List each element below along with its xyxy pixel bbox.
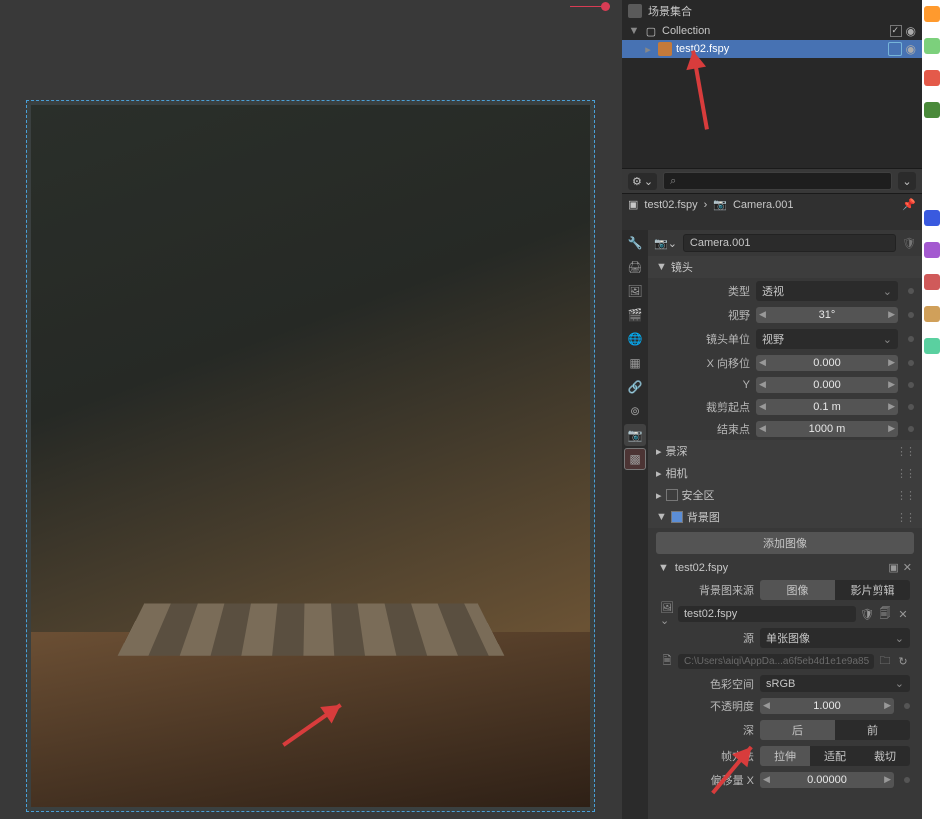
panel-bg-header[interactable]: ▼背景图⋮⋮: [648, 506, 922, 528]
visibility-icon[interactable]: ◉: [906, 24, 916, 38]
app-icon[interactable]: [924, 242, 940, 258]
colorspace-select[interactable]: sRGB: [760, 675, 910, 692]
crumb-object: Camera.001: [733, 199, 794, 211]
scene-collection-label: 场景集合: [648, 3, 692, 19]
camera-icon: 📷: [713, 198, 727, 211]
tab-world[interactable]: 🌐: [624, 328, 646, 350]
lens-unit-select[interactable]: 视野: [756, 329, 898, 349]
display-icon[interactable]: ▣: [888, 561, 898, 574]
camera-name-field[interactable]: Camera.001: [683, 234, 896, 252]
properties-panel: 📷⌄ Camera.001 🛡 ▼镜头 类型透视 视野31° 镜头单位视野 X …: [648, 230, 922, 819]
properties-search[interactable]: ⌕: [663, 172, 892, 190]
bg-item-header[interactable]: ▼test02.fspy ▣✕: [652, 558, 918, 577]
tab-object[interactable]: ▦: [624, 352, 646, 374]
shift-x-field[interactable]: 0.000: [756, 355, 898, 371]
camera-data-icon: 📷⌄: [654, 237, 677, 250]
outliner-item-row[interactable]: ▸ test02.fspy ◉: [622, 40, 922, 58]
panel-camera-header[interactable]: ▸相机⋮⋮: [648, 462, 922, 484]
remove-icon[interactable]: ✕: [903, 561, 912, 574]
tab-camera-data[interactable]: 📷: [624, 424, 646, 446]
app-icon[interactable]: [924, 210, 940, 226]
drag-icon[interactable]: ⋮⋮: [896, 445, 914, 458]
fov-field[interactable]: 31°: [756, 307, 898, 323]
fake-user-icon[interactable]: 🛡: [860, 607, 874, 621]
fake-user-icon[interactable]: 🛡: [902, 237, 916, 250]
tab-render[interactable]: 🔧: [624, 232, 646, 254]
collection-enable-checkbox[interactable]: [890, 25, 902, 37]
background-image-preview: [31, 105, 590, 807]
pin-icon[interactable]: 📌: [902, 198, 916, 211]
clip-end-field[interactable]: 1000 m: [756, 421, 898, 437]
app-icon[interactable]: [924, 274, 940, 290]
app-icon[interactable]: [924, 70, 940, 86]
frame-method-toggle[interactable]: 拉伸 适配 裁切: [760, 746, 910, 766]
object-name: test02.fspy: [676, 43, 884, 55]
offset-x-field[interactable]: 0.00000: [760, 772, 894, 788]
tab-viewlayer[interactable]: 🖼: [624, 280, 646, 302]
reload-icon[interactable]: ↻: [896, 655, 910, 669]
add-image-button[interactable]: 添加图像: [656, 532, 914, 554]
safe-checkbox[interactable]: [666, 489, 678, 501]
panel-lens-header[interactable]: ▼镜头: [648, 256, 922, 278]
image-name-field[interactable]: test02.fspy: [678, 606, 856, 622]
tab-scene[interactable]: 🎬: [624, 304, 646, 326]
tab-modifier[interactable]: 🔗: [624, 376, 646, 398]
tab-output[interactable]: 🖨: [624, 256, 646, 278]
app-icon[interactable]: [924, 38, 940, 54]
camera-data-icon: [888, 42, 902, 56]
browse-icon[interactable]: 🗀: [878, 655, 892, 669]
file-icon: 🗎: [660, 655, 674, 669]
scene-icon: ▣: [628, 198, 638, 211]
opacity-field[interactable]: 1.000: [760, 698, 894, 714]
options-dropdown[interactable]: ⌄: [898, 172, 916, 190]
axis-gizmo[interactable]: [560, 0, 610, 12]
depth-toggle[interactable]: 后 前: [760, 720, 910, 740]
image-path-field[interactable]: C:\Users\aiqi\AppDa...a6f5eb4d1e1e9a85: [678, 654, 874, 669]
viewport-3d[interactable]: [0, 0, 622, 819]
tab-physics[interactable]: ⊚: [624, 400, 646, 422]
keyframe-dot[interactable]: [908, 288, 914, 294]
unlink-icon[interactable]: ✕: [896, 607, 910, 621]
panel-safe-header[interactable]: ▸安全区⋮⋮: [648, 484, 922, 506]
editor-type-dropdown[interactable]: ⚙⌄: [628, 173, 657, 190]
new-image-icon[interactable]: 🗐: [878, 607, 892, 621]
app-icon[interactable]: [924, 102, 940, 118]
outliner-icon: [628, 4, 642, 18]
lens-type-select[interactable]: 透视: [756, 281, 898, 301]
clip-start-field[interactable]: 0.1 m: [756, 399, 898, 415]
app-icon[interactable]: [924, 338, 940, 354]
bg-source-toggle[interactable]: 图像 影片剪辑: [760, 580, 910, 600]
app-icon[interactable]: [924, 306, 940, 322]
bg-checkbox[interactable]: [671, 511, 683, 523]
properties-header: ⚙⌄ ⌕ ⌄: [622, 168, 922, 194]
image-datablock-icon[interactable]: 🖼⌄: [660, 607, 674, 621]
outliner-collection-row[interactable]: ▼ ▢ Collection ◉: [622, 22, 922, 40]
os-app-sidebar: [922, 0, 942, 819]
crumb-scene: test02.fspy: [644, 199, 697, 211]
tab-material[interactable]: ▩: [624, 448, 646, 470]
search-icon: ⌕: [670, 175, 676, 188]
visibility-icon[interactable]: ◉: [906, 42, 916, 56]
image-source-select[interactable]: 单张图像: [760, 628, 910, 648]
outliner[interactable]: 场景集合 ▼ ▢ Collection ◉ ▸ test02.fspy ◉: [622, 0, 922, 168]
camera-frame: [26, 100, 595, 812]
panel-dof-header[interactable]: ▸景深⋮⋮: [648, 440, 922, 462]
properties-tabs: 🔧 🖨 🖼 🎬 🌐 ▦ 🔗 ⊚ 📷 ▩: [622, 230, 648, 819]
object-icon: [658, 42, 672, 56]
collection-icon: ▢: [644, 24, 658, 38]
shift-y-field[interactable]: 0.000: [756, 377, 898, 393]
breadcrumb: ▣ test02.fspy › 📷 Camera.001 📌: [622, 194, 922, 215]
collection-name: Collection: [662, 25, 886, 37]
app-icon[interactable]: [924, 6, 940, 22]
